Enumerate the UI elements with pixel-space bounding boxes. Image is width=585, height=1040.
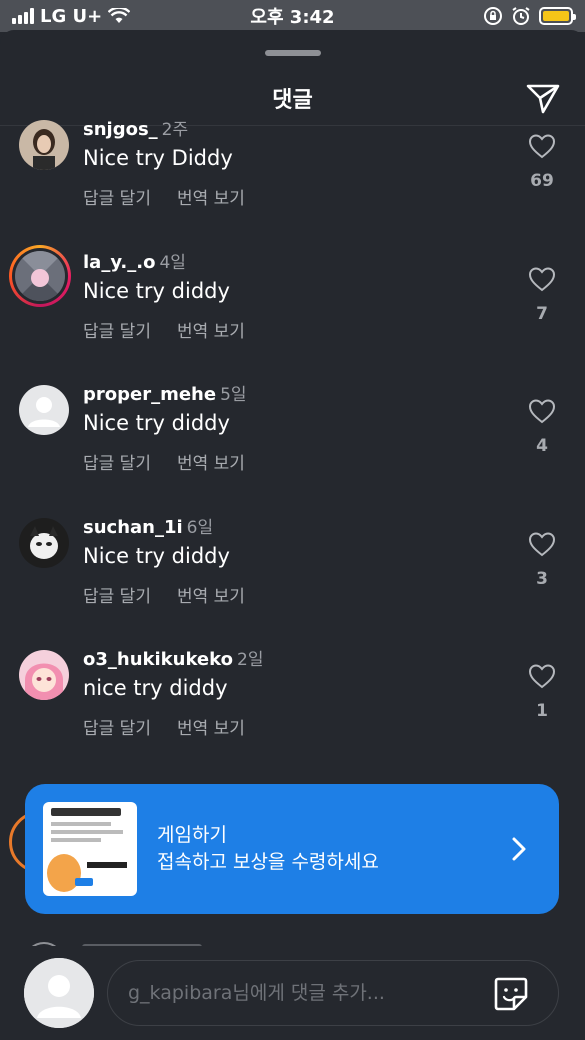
like-count: 1 — [536, 701, 548, 721]
comment-list: snjgos_2주 Nice try Diddy 답글 달기 번역 보기 69 — [0, 115, 585, 778]
reply-button[interactable]: 답글 달기 — [83, 184, 151, 209]
comment-time: 5일 — [220, 385, 247, 405]
my-avatar — [24, 958, 94, 1028]
heart-icon[interactable] — [528, 531, 556, 557]
reply-button[interactable]: 답글 달기 — [83, 582, 151, 607]
comment-username[interactable]: proper_mehe — [83, 384, 216, 405]
status-bar: LG U+ 오후 3:42 — [0, 0, 585, 32]
avatar[interactable] — [16, 117, 72, 173]
comment-username[interactable]: la_y._.o — [83, 252, 155, 273]
comment-text: Nice try diddy — [83, 543, 230, 568]
comment-time: 4일 — [159, 252, 186, 273]
sheet-title: 댓글 — [272, 87, 313, 113]
avatar[interactable] — [16, 515, 72, 571]
heart-icon[interactable] — [528, 398, 556, 424]
comment-time: 6일 — [186, 517, 214, 538]
avatar[interactable] — [16, 647, 72, 703]
comment-item: la_y._.o 4일 Nice try diddy 답글 달기 번역 보기 7 — [0, 244, 585, 381]
comment-username[interactable]: snjgos_ — [83, 119, 158, 140]
heart-icon[interactable] — [528, 133, 556, 159]
translate-button[interactable]: 번역 보기 — [177, 184, 245, 209]
promo-title: 게임하기 — [157, 824, 227, 846]
chevron-right-icon[interactable] — [509, 835, 529, 863]
comment-item: snjgos_ 2주 Nice try Diddy 답글 달기 번역 보기 69 — [0, 115, 585, 248]
paper-plane-icon[interactable] — [525, 80, 561, 116]
comment-time: 2주 — [161, 120, 189, 140]
reply-button[interactable]: 답글 달기 — [83, 714, 151, 739]
comment-item: o3_hukikukeko 2일 nice try diddy 답글 달기 번역 … — [0, 645, 585, 778]
wifi-icon — [108, 8, 131, 23]
comment-input-container — [107, 960, 559, 1026]
sticker-icon[interactable] — [492, 975, 530, 1013]
comment-input[interactable] — [128, 982, 468, 1004]
promo-thumbnail — [43, 802, 137, 896]
comment-text: Nice try Diddy — [83, 146, 233, 170]
drag-handle[interactable] — [265, 50, 321, 56]
translate-button[interactable]: 번역 보기 — [177, 317, 245, 342]
comment-time: 2일 — [237, 650, 264, 670]
heart-icon[interactable] — [528, 663, 556, 689]
translate-button[interactable]: 번역 보기 — [177, 714, 245, 739]
translate-button[interactable]: 번역 보기 — [177, 582, 245, 607]
signal-icon — [12, 8, 34, 24]
like-count: 69 — [530, 171, 554, 191]
comment-item: proper_mehe 5일 Nice try diddy 답글 달기 번역 보기… — [0, 380, 585, 513]
reply-button[interactable]: 답글 달기 — [83, 449, 151, 474]
game-promo-banner[interactable]: 게임하기 접속하고 보상을 수령하세요 — [25, 784, 559, 914]
reply-button[interactable]: 답글 달기 — [83, 317, 151, 342]
carrier-label: LG U+ — [40, 5, 103, 27]
comment-text: Nice try diddy — [83, 278, 230, 303]
translate-button[interactable]: 번역 보기 — [177, 449, 245, 474]
rotation-lock-icon — [484, 7, 502, 25]
comment-username[interactable]: o3_hukikukeko — [83, 649, 233, 670]
promo-subtitle: 접속하고 보상을 수령하세요 — [157, 851, 379, 873]
comment-composer — [0, 946, 585, 1040]
comment-text: Nice try diddy — [83, 411, 230, 435]
like-count: 7 — [536, 303, 548, 324]
battery-icon — [539, 7, 576, 25]
like-count: 4 — [536, 436, 548, 456]
like-count: 3 — [536, 568, 548, 589]
comment-text: nice try diddy — [83, 676, 228, 700]
alarm-icon — [512, 7, 530, 25]
comment-item: suchan_1i 6일 Nice try diddy 답글 달기 번역 보기 3 — [0, 513, 585, 646]
heart-icon[interactable] — [528, 266, 556, 292]
comment-username[interactable]: suchan_1i — [83, 517, 183, 538]
avatar[interactable] — [9, 244, 71, 307]
avatar[interactable] — [16, 382, 72, 438]
